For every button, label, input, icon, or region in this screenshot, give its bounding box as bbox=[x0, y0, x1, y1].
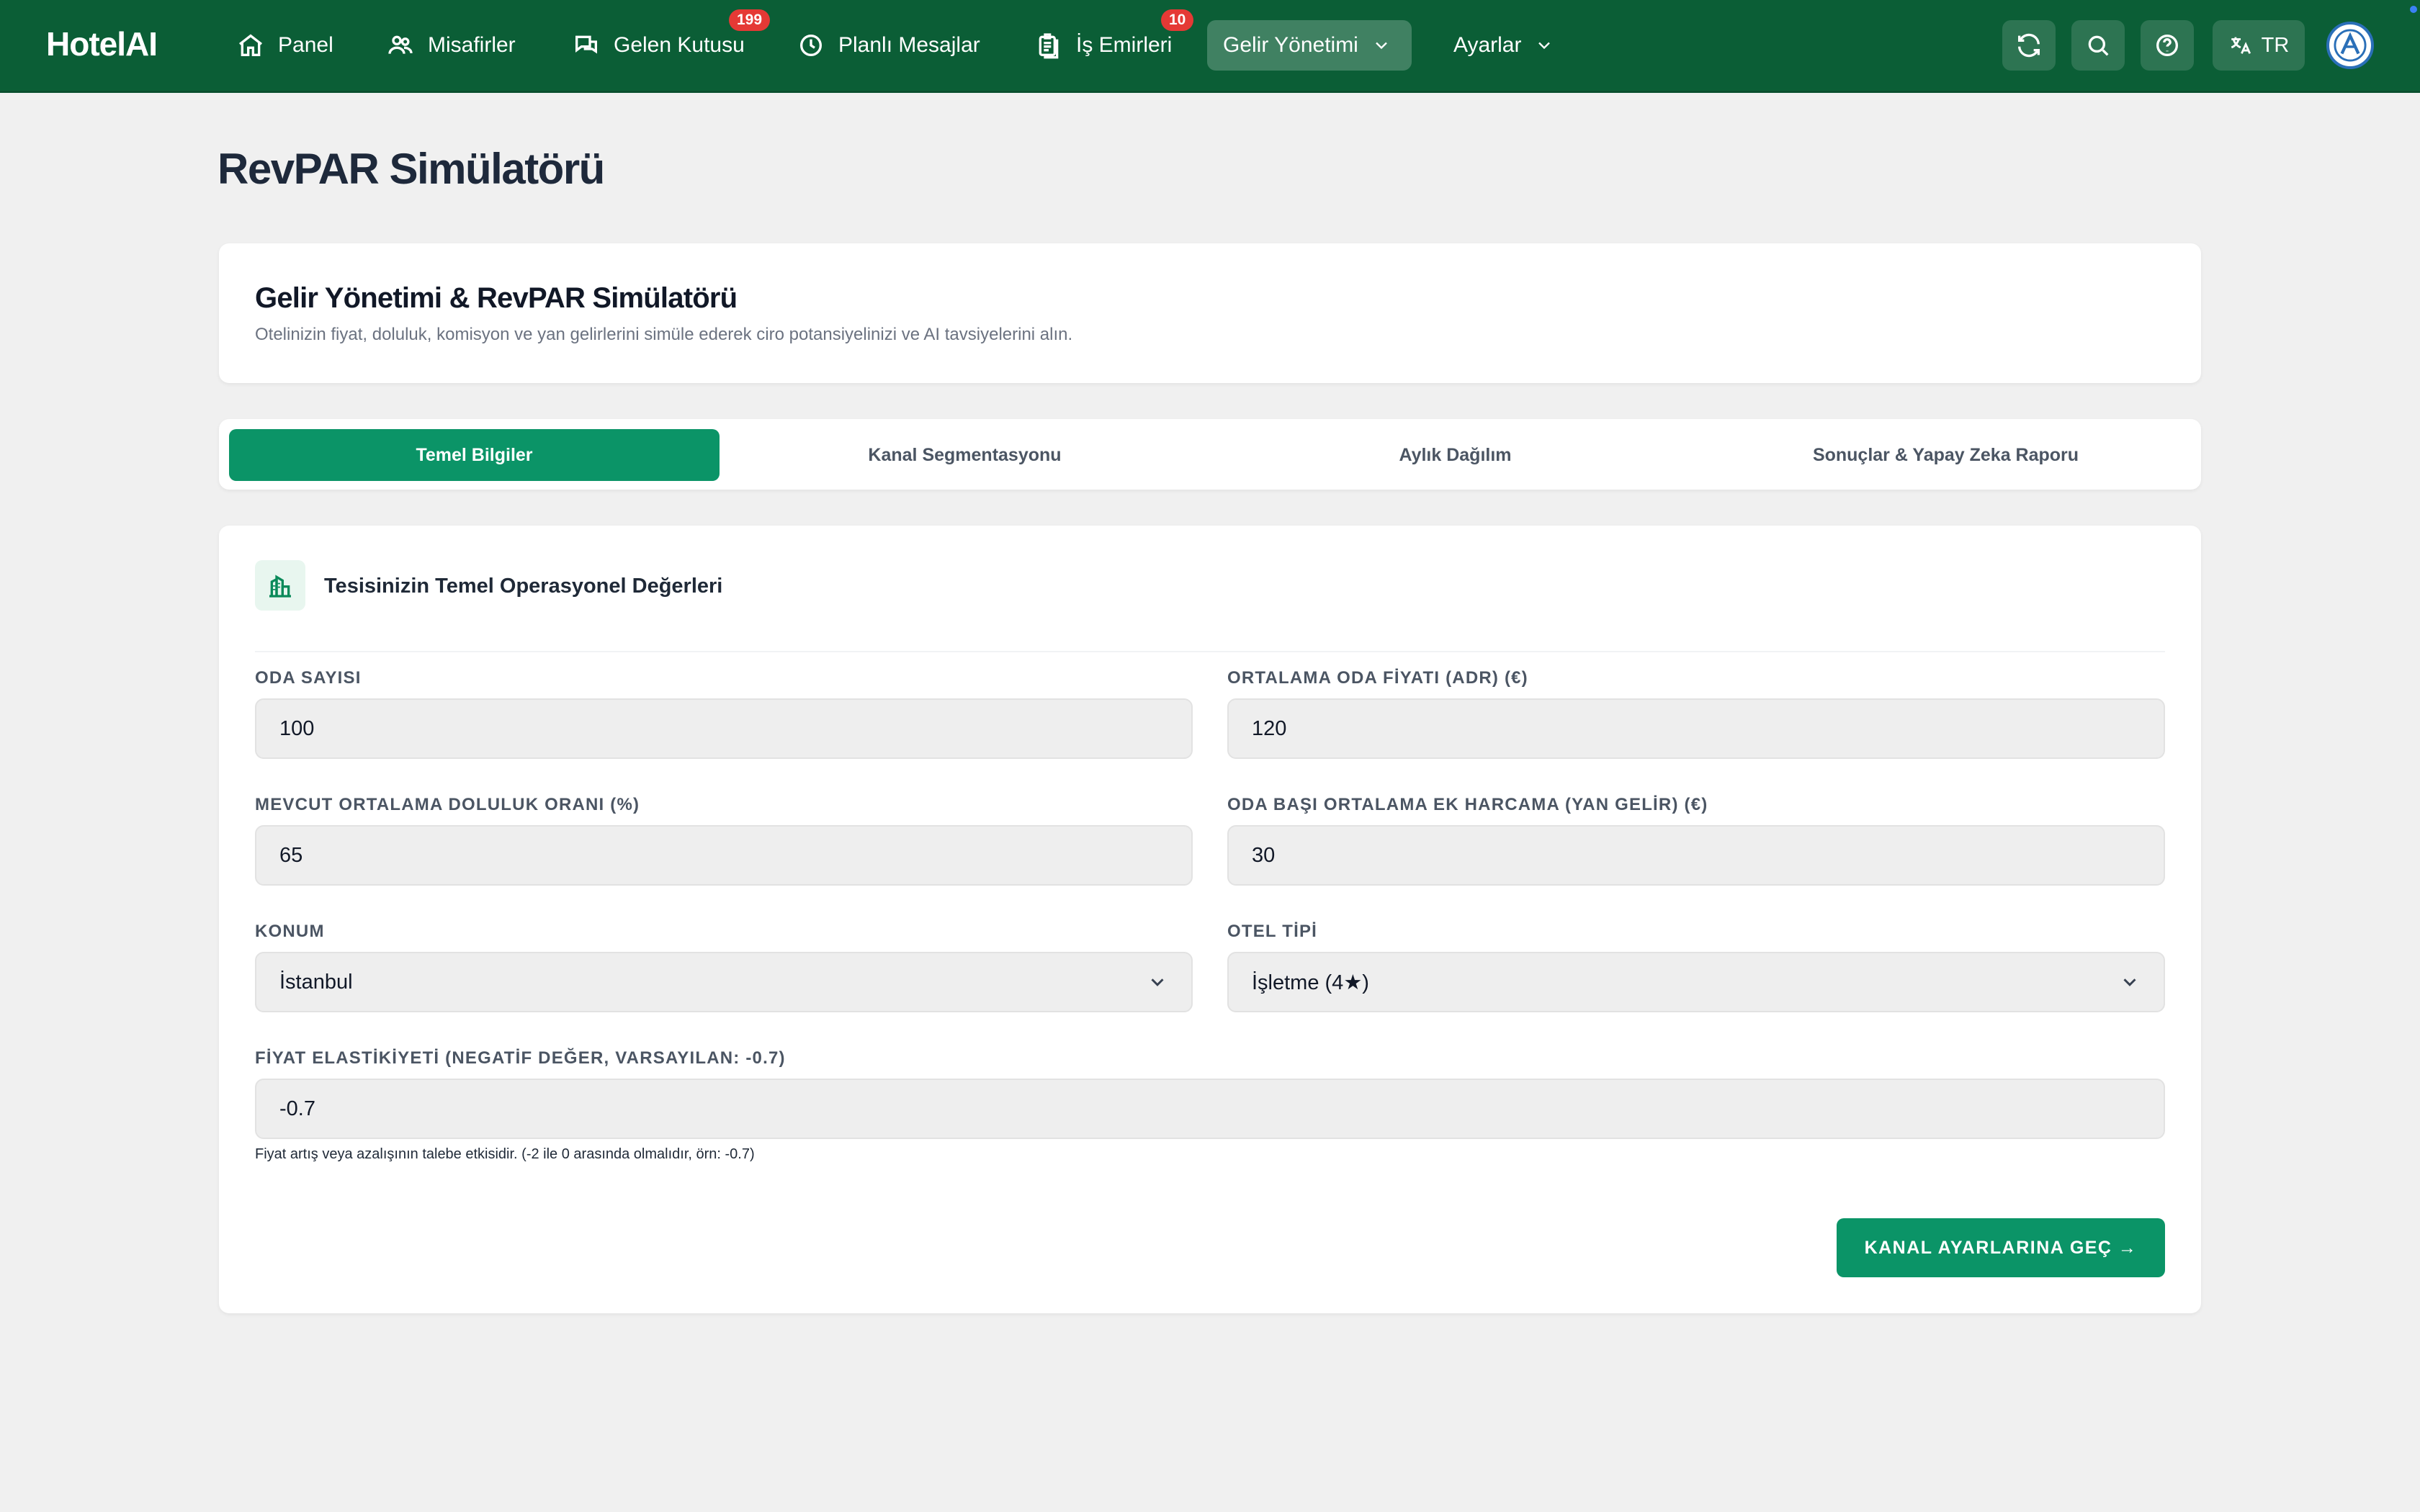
elasticity-value: -0.7 bbox=[279, 1097, 315, 1120]
language-code: TR bbox=[2261, 33, 2290, 57]
notification-dot bbox=[2410, 6, 2417, 13]
rooms-value: 100 bbox=[279, 716, 315, 740]
work-orders-count-badge: 10 bbox=[1161, 9, 1194, 31]
section-header: Tesisinizin Temel Operasyonel Değerleri bbox=[255, 560, 2165, 652]
hotel-type-label: OTEL TİPİ bbox=[1227, 922, 1318, 941]
search-button[interactable] bbox=[2071, 20, 2125, 71]
nav-inbox[interactable]: Gelen Kutusu bbox=[556, 20, 761, 71]
nav-settings[interactable]: Ayarlar bbox=[1438, 20, 1570, 71]
refresh-icon bbox=[2018, 33, 2040, 58]
hotel-type-value: İşletme (4★) bbox=[1252, 971, 1369, 994]
tab-basic-info[interactable]: Temel Bilgiler bbox=[229, 429, 720, 481]
intro-subtitle: Otelinizin fiyat, doluluk, komisyon ve y… bbox=[255, 325, 1073, 344]
adr-value: 120 bbox=[1252, 716, 1287, 740]
location-label: KONUM bbox=[255, 922, 325, 941]
clipboard-icon bbox=[1039, 33, 1059, 59]
top-navbar: HotelAI Panel Misafirler Gelen Kutusu 19… bbox=[0, 0, 2420, 93]
translate-icon bbox=[2231, 37, 2251, 54]
elasticity-label: FİYAT ELASTİKİYETİ (NEGATİF DEĞER, VARSA… bbox=[255, 1048, 786, 1068]
chat-icon bbox=[575, 35, 597, 54]
occupancy-value: 65 bbox=[279, 843, 303, 867]
nav-work-orders-label: İş Emirleri bbox=[1076, 33, 1173, 57]
help-button[interactable] bbox=[2141, 20, 2194, 71]
section-title: Tesisinizin Temel Operasyonel Değerleri bbox=[324, 575, 723, 598]
nav-revenue-management[interactable]: Gelir Yönetimi bbox=[1207, 20, 1412, 71]
adr-label: ORTALAMA ODA FİYATI (ADR) (€) bbox=[1227, 668, 1528, 688]
occupancy-label: MEVCUT ORTALAMA DOLULUK ORANI (%) bbox=[255, 795, 640, 814]
occupancy-input[interactable]: 65 bbox=[255, 825, 1193, 886]
ancillary-value: 30 bbox=[1252, 843, 1276, 867]
chevron-down-icon bbox=[1376, 42, 1387, 50]
refresh-button[interactable] bbox=[2002, 20, 2056, 71]
rooms-input[interactable]: 100 bbox=[255, 698, 1193, 759]
clock-icon bbox=[800, 35, 822, 56]
intro-title: Gelir Yönetimi & RevPAR Simülatörü bbox=[255, 282, 738, 314]
intro-card: Gelir Yönetimi & RevPAR Simülatörü Oteli… bbox=[219, 243, 2201, 383]
go-to-channel-settings-button[interactable]: KANAL AYARLARINA GEÇ → bbox=[1837, 1218, 2165, 1277]
nav-panel-label: Panel bbox=[278, 33, 333, 57]
nav-work-orders[interactable]: İş Emirleri bbox=[1018, 20, 1188, 71]
tab-channel-segmentation[interactable]: Kanal Segmentasyonu bbox=[720, 429, 1210, 481]
nav-guests[interactable]: Misafirler bbox=[370, 20, 532, 71]
nav-inbox-label: Gelen Kutusu bbox=[614, 33, 745, 57]
tab-results-ai-report[interactable]: Sonuçlar & Yapay Zeka Raporu bbox=[1700, 429, 2191, 481]
chevron-down-icon bbox=[1151, 978, 1164, 986]
elasticity-input[interactable]: -0.7 bbox=[255, 1079, 2165, 1139]
rooms-label: ODA SAYISI bbox=[255, 668, 362, 688]
brand-logo[interactable]: HotelAI bbox=[46, 24, 158, 63]
nav-scheduled-label: Planlı Mesajlar bbox=[838, 33, 980, 57]
section-icon-box bbox=[255, 560, 305, 611]
nav-revenue-label: Gelir Yönetimi bbox=[1223, 33, 1358, 57]
adr-input[interactable]: 120 bbox=[1227, 698, 2165, 759]
location-select[interactable]: İstanbul bbox=[255, 952, 1193, 1012]
chevron-down-icon bbox=[2123, 978, 2136, 986]
simulator-tabs: Temel Bilgiler Kanal Segmentasyonu Aylık… bbox=[219, 419, 2201, 490]
nav-guests-label: Misafirler bbox=[428, 33, 516, 57]
inbox-count-badge: 199 bbox=[729, 9, 771, 31]
nav-panel[interactable]: Panel bbox=[220, 20, 349, 71]
ancillary-input[interactable]: 30 bbox=[1227, 825, 2165, 886]
basic-info-form: Tesisinizin Temel Operasyonel Değerleri … bbox=[219, 526, 2201, 1313]
tab-monthly-distribution[interactable]: Aylık Dağılım bbox=[1210, 429, 1700, 481]
location-value: İstanbul bbox=[279, 970, 353, 994]
hotel-type-select[interactable]: İşletme (4★) bbox=[1227, 952, 2165, 1012]
search-icon bbox=[2088, 35, 2109, 56]
language-switcher[interactable]: TR bbox=[2213, 20, 2305, 71]
nav-settings-label: Ayarlar bbox=[1453, 33, 1522, 57]
user-avatar[interactable] bbox=[2326, 22, 2374, 69]
elasticity-help-text: Fiyat artış veya azalışının talebe etkis… bbox=[255, 1146, 755, 1162]
building-chart-icon bbox=[269, 575, 291, 598]
home-icon bbox=[238, 34, 263, 56]
page-title: RevPAR Simülatörü bbox=[218, 145, 605, 193]
avatar-logo-icon bbox=[2334, 29, 2367, 62]
help-circle-icon bbox=[2156, 35, 2178, 56]
nav-scheduled[interactable]: Planlı Mesajlar bbox=[781, 20, 996, 71]
users-icon bbox=[388, 35, 413, 54]
chevron-down-icon bbox=[1538, 42, 1551, 50]
ancillary-label: ODA BAŞI ORTALAMA EK HARCAMA (YAN GELİR)… bbox=[1227, 795, 1708, 814]
